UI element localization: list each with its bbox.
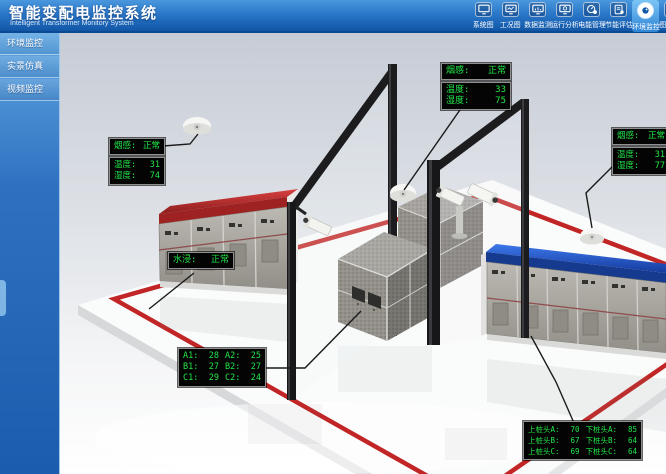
phase-value: 29 [209,373,219,384]
terminal-label: 下桩头C: [586,446,618,457]
smoke-value: 正常 [488,66,506,77]
terminal-value: 67 [570,435,579,446]
nav-system-diagram[interactable]: 系统图 [470,0,497,32]
water-label: 水浸: [173,255,196,266]
phase-label: B2: [225,362,240,373]
nav-label: 电能管理 [578,19,606,29]
terminal-label: 上桩头B: [528,435,560,446]
sensor-readout-left: 烟感: 正常 温度: 31 湿度: 74 [109,138,165,187]
nav-energy-management[interactable]: 电能管理 [578,0,605,32]
sensor-readout-center: 烟感: 正常 温度: 33 湿度: 75 [441,63,511,112]
smoke-detector-left[interactable] [183,117,211,135]
hum-value: 75 [495,96,506,107]
gantry-left-post-thick [427,160,440,345]
hum-label: 湿度: [446,96,469,107]
sidebar-collapse-handle[interactable] [0,280,6,316]
temp-value: 33 [495,85,506,96]
smoke-value: 正常 [648,131,665,142]
energy-management-icon [583,2,600,17]
app-window: 智能变配电监控系统 Intelligent Transformer Monito… [0,0,666,474]
water-sensor-readout: 水浸: 正常 [168,252,234,271]
smoke-label: 烟感: [114,141,136,152]
temp-value: 31 [150,160,160,171]
nav-label: 工况图 [500,19,521,29]
app-subtitle: Intelligent Transformer Monitory System [10,20,134,27]
hum-value: 77 [655,161,665,172]
terminal-value: 64 [628,435,637,446]
left-sidebar: 环境监控 实景仿真 视频监控 [0,33,60,474]
sensor-readout-right: 烟感: 正常 温度: 31 湿度: 77 [612,128,666,177]
terminal-value: 69 [570,446,579,457]
run-analysis-icon [556,2,573,17]
phase-label: A1: [183,351,198,362]
phase-label: C1: [183,373,198,384]
phase-value: 28 [209,351,219,362]
terminal-value: 85 [628,424,637,435]
nav-run-analysis[interactable]: 运行分析 [551,0,578,32]
smoke-detector-right[interactable] [580,228,604,245]
terminal-label: 上桩头C: [528,446,560,457]
nav-label: 图像监控 [659,19,666,29]
main-nav: 系统图 工况图 数据监测 运行分析 [470,0,666,31]
phase-label: B1: [183,362,198,373]
temp-label: 温度: [617,150,639,161]
smoke-label: 烟感: [617,131,639,142]
temp-value: 31 [655,150,665,161]
smoke-value: 正常 [143,141,160,152]
nav-energy-evaluation[interactable]: 节能评估 [605,0,632,32]
system-diagram-icon [475,2,492,17]
sidebar-item-video[interactable]: 视频监控 [0,79,59,101]
terminal-label: 下桩头B: [586,435,618,446]
smoke-label: 烟感: [446,66,469,77]
nav-label: 运行分析 [551,19,579,29]
hum-label: 湿度: [617,161,639,172]
terminal-temps-readout: 上桩头A:70 下桩头A:85 上桩头B:67 下桩头B:64 上桩头C:69 … [523,421,642,462]
switchgear-row-red[interactable] [159,189,298,295]
smoke-detector-center[interactable] [390,184,416,202]
water-value: 正常 [211,255,229,266]
plant-3d-scene [0,0,666,474]
nav-label: 节能评估 [605,19,633,29]
phase-value: 24 [251,373,261,384]
terminal-label: 上桩头A: [528,424,560,435]
environment-monitor-icon [637,2,654,19]
terminal-label: 下桩头A: [586,424,618,435]
phase-value: 25 [251,351,261,362]
switchgear-row-blue[interactable] [481,244,666,359]
phase-value: 27 [251,362,261,373]
energy-evaluation-icon [610,2,627,17]
terminal-value: 64 [628,446,637,457]
temp-label: 温度: [446,85,469,96]
temp-label: 温度: [114,160,136,171]
data-monitor-icon [529,2,546,17]
nav-label: 系统图 [473,19,494,29]
operating-condition-icon [502,2,519,17]
title-bar: 智能变配电监控系统 Intelligent Transformer Monito… [0,0,666,33]
nav-label: 环境监控 [632,21,660,31]
sidebar-item-simulation[interactable]: 实景仿真 [0,56,59,78]
nav-video-monitor[interactable]: 图像监控 [659,0,666,32]
phase-label: A2: [225,351,240,362]
hum-value: 74 [150,171,160,182]
terminal-value: 70 [570,424,579,435]
sidebar-item-environment[interactable]: 环境监控 [0,33,59,55]
nav-environment-monitor[interactable]: 环境监控 [632,0,659,32]
nav-operating-condition[interactable]: 工况图 [497,0,524,32]
nav-data-monitor[interactable]: 数据监测 [524,0,551,32]
phase-temps-readout: A1: 28 A2: 25 B1: 27 B2: 27 C1: 29 C2: 24 [178,348,266,389]
phase-value: 27 [209,362,219,373]
hum-label: 湿度: [114,171,136,182]
gantry-right-post [521,99,529,338]
nav-label: 数据监测 [524,19,552,29]
phase-label: C2: [225,373,240,384]
